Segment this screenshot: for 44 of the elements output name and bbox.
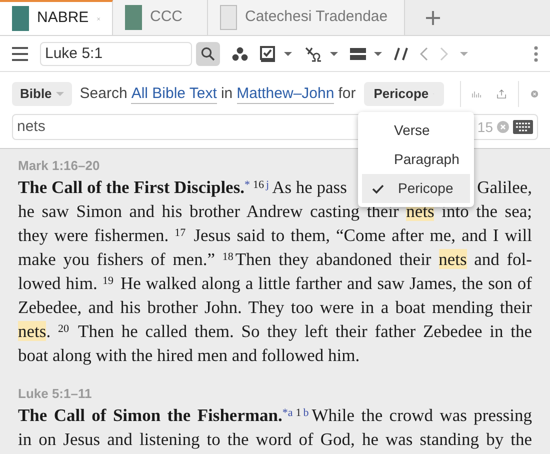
search-label: in xyxy=(220,84,233,104)
book-cover-icon xyxy=(220,5,237,30)
more-icon[interactable] xyxy=(534,46,538,62)
passage-text: make you fishers of men.” $^{18}$ Then they abandoned their nets and fol- xyxy=(18,248,532,271)
keyboard-icon[interactable] xyxy=(513,120,533,134)
scope-dropdown[interactable]: Bible xyxy=(12,82,72,106)
reference-field[interactable]: Luke 5:1 xyxy=(40,42,192,66)
book-cover-icon xyxy=(12,6,29,31)
menu-item[interactable]: Pericope xyxy=(362,174,470,203)
add-tab-icon[interactable] xyxy=(425,10,441,26)
result-count: 15 xyxy=(477,118,493,136)
menu-item[interactable]: Paragraph xyxy=(358,145,474,174)
checked-book-icon[interactable] xyxy=(260,46,276,62)
clear-icon[interactable] xyxy=(497,121,509,133)
passage-reference: Mark 1:16–20 xyxy=(18,157,100,175)
passage-text: boat along with the hired men and followed him. xyxy=(18,344,361,367)
interlinear-icon[interactable] xyxy=(304,46,322,62)
dots-cluster-icon[interactable] xyxy=(232,46,248,60)
passage-text: they were fishermen. $^{17}$ Jesus said to them, “Come after me, and I will xyxy=(18,224,532,247)
search-label: for xyxy=(338,84,356,104)
search-button[interactable] xyxy=(196,42,220,66)
search-label: Search xyxy=(80,84,128,104)
scope-link[interactable]: Matthew–John xyxy=(236,84,334,104)
book-cover-icon xyxy=(125,5,142,30)
tab[interactable]: Catechesi Tradendae xyxy=(208,0,405,35)
check-icon xyxy=(372,184,384,194)
caret-icon[interactable] xyxy=(330,52,338,56)
caret-icon[interactable] xyxy=(284,52,292,56)
passage-text: in on Jesus and listening to the word of God, he was standing by the xyxy=(18,428,532,451)
caret-icon[interactable] xyxy=(374,52,382,56)
parallel-icon[interactable] xyxy=(394,46,408,60)
search-icon xyxy=(201,46,215,60)
passage-text: Zebedee, and his brother John. They too were in a boat mending their xyxy=(18,296,532,319)
unit-dropdown[interactable]: Pericope xyxy=(364,82,444,106)
menu-icon[interactable] xyxy=(12,46,28,60)
back-icon[interactable] xyxy=(420,46,428,60)
tab[interactable]: CCC xyxy=(113,0,208,35)
layout-icon[interactable] xyxy=(350,48,366,60)
scope-link[interactable]: All Bible Text xyxy=(131,84,217,104)
passage-text: Galilee, xyxy=(477,176,532,199)
passage-text: lowed him. $^{19}$ He walked along a little farther and saw James, the son of xyxy=(18,272,532,295)
passage-text: nets. $^{20}$ Then he called them. So they left their father Zebedee in the xyxy=(18,320,532,343)
passage-reference: Luke 5:1–11 xyxy=(18,385,92,403)
tab[interactable]: NABRE xyxy=(0,0,113,35)
